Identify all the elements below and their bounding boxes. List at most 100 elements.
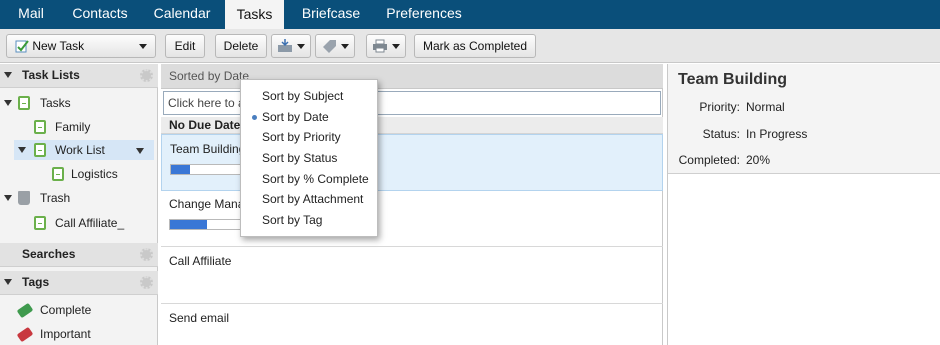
tree-item-label: Trash [40,191,71,205]
tree-item-label: Family [55,120,91,134]
tab-contacts[interactable]: Contacts [62,0,138,29]
task-list-icon [18,96,30,110]
tab-preferences[interactable]: Preferences [378,0,470,29]
app-tab-bar: Mail Contacts Calendar Tasks Briefcase P… [0,0,940,29]
tag-item-important[interactable]: Important [0,324,157,344]
tree-item-logistics[interactable]: Logistics [0,164,157,184]
edit-button[interactable]: Edit [165,34,205,58]
task-lists-label: Task Lists [22,68,80,82]
tag-label: Important [40,327,91,341]
menu-item-label: Sort by % Complete [262,171,369,186]
detail-title: Team Building [678,71,788,88]
status-value: In Progress [746,127,808,141]
tree-item-label: Work List [55,143,105,157]
chevron-down-icon [340,44,349,50]
completed-value: 20% [746,153,771,167]
gear-icon[interactable] [140,69,153,82]
collapse-icon[interactable] [4,100,12,106]
new-task-button[interactable]: New Task [6,34,156,58]
task-list-icon [34,120,46,134]
menu-item-label: Sort by Attachment [262,192,364,207]
new-task-label: New Task [32,39,85,53]
collapse-icon[interactable] [4,279,12,285]
sort-label: Sorted by Date [169,69,250,83]
task-name: Call Affiliate [169,254,232,268]
collapse-icon[interactable] [18,147,26,153]
detail-pane: Team Building Priority: Normal Status: I… [667,64,940,345]
tab-calendar[interactable]: Calendar [144,0,220,29]
tab-briefcase[interactable]: Briefcase [292,0,370,29]
menu-item-sort-priority[interactable]: Sort by Priority [241,127,377,148]
tree-item-trash[interactable]: Trash [0,188,157,208]
task-list-icon [52,167,64,181]
menu-item-sort-subject[interactable]: Sort by Subject [241,86,377,107]
menu-item-sort-status[interactable]: Sort by Status [241,148,377,169]
mark-completed-button[interactable]: Mark as Completed [414,34,536,58]
tab-tasks[interactable]: Tasks [225,0,284,29]
menu-item-sort-complete[interactable]: Sort by % Complete [241,169,377,190]
task-list-pane: Sorted by Date Click here to a No Due Da… [161,64,663,345]
menu-item-sort-attachment[interactable]: Sort by Attachment [241,189,377,210]
menu-item-label: Sort by Subject [262,89,344,103]
new-task-icon [15,40,29,53]
toolbar: New Task Edit Delete Mark as Completed [0,29,940,63]
tag-icon [323,40,337,53]
searches-header[interactable]: Searches [0,243,158,267]
tree-item-call-affiliate[interactable]: Call Affiliate_ [0,213,157,233]
collapse-icon[interactable] [4,195,12,201]
chevron-down-icon[interactable] [139,44,147,49]
tree-item-label: Tasks [40,96,71,110]
menu-item-sort-date[interactable]: Sort by Date [241,107,377,128]
left-pane: Task Lists Tasks Family Work List Logist… [0,64,158,345]
tag-label: Complete [40,303,92,317]
tree-item-work-list[interactable]: Work List [14,140,154,160]
menu-item-label: Sort by Tag [262,213,323,228]
tree-item-family[interactable]: Family [0,117,157,137]
menu-item-label: Sort by Date [262,109,329,124]
task-row[interactable]: Change Management [161,190,663,247]
task-row[interactable]: Team Building [161,134,663,191]
move-button[interactable] [271,34,311,58]
tag-icon [16,302,34,319]
progress-fill [171,165,190,174]
task-list-icon [34,216,46,230]
selected-dot-icon [252,114,257,120]
task-name: Send email [169,311,230,325]
tag-button[interactable] [315,34,355,58]
tags-label: Tags [22,275,50,289]
menu-item-label: Sort by Status [262,151,338,166]
collapse-icon[interactable] [4,72,12,78]
task-row[interactable]: Send email [161,304,663,345]
tree-item-label: Logistics [71,167,118,181]
trash-icon [18,191,30,205]
tree-item-tasks[interactable]: Tasks [0,93,157,113]
tag-item-complete[interactable]: Complete [0,300,157,320]
chevron-down-icon [296,44,305,50]
quick-add-input[interactable]: Click here to a [163,91,661,115]
chevron-down-icon[interactable] [136,148,144,154]
print-button[interactable] [366,34,406,58]
searches-label: Searches [22,247,76,261]
gear-icon[interactable] [140,248,153,261]
sort-header[interactable]: Sorted by Date [161,64,663,89]
tags-header[interactable]: Tags [0,271,158,295]
detail-header: Team Building Priority: Normal Status: I… [668,64,940,174]
task-row[interactable]: Call Affiliate [161,247,663,304]
task-name: Team Building [170,142,246,156]
priority-label: Priority: [699,100,740,114]
task-lists-header[interactable]: Task Lists [0,64,158,88]
delete-button[interactable]: Delete [215,34,267,58]
printer-icon [373,39,388,53]
completed-label: Completed: [678,153,740,167]
tab-mail[interactable]: Mail [6,0,56,29]
sort-menu: Sort by Subject Sort by Date Sort by Pri… [240,79,378,237]
tag-icon [16,326,34,343]
tree-item-label: Call Affiliate_ [55,216,125,230]
progress-fill [170,220,208,229]
status-label: Status: [702,127,740,141]
gear-icon[interactable] [140,276,153,289]
menu-item-label: Sort by Priority [262,130,341,145]
task-list-icon [34,143,46,157]
move-icon [278,39,293,52]
menu-item-sort-tag[interactable]: Sort by Tag [241,210,377,231]
